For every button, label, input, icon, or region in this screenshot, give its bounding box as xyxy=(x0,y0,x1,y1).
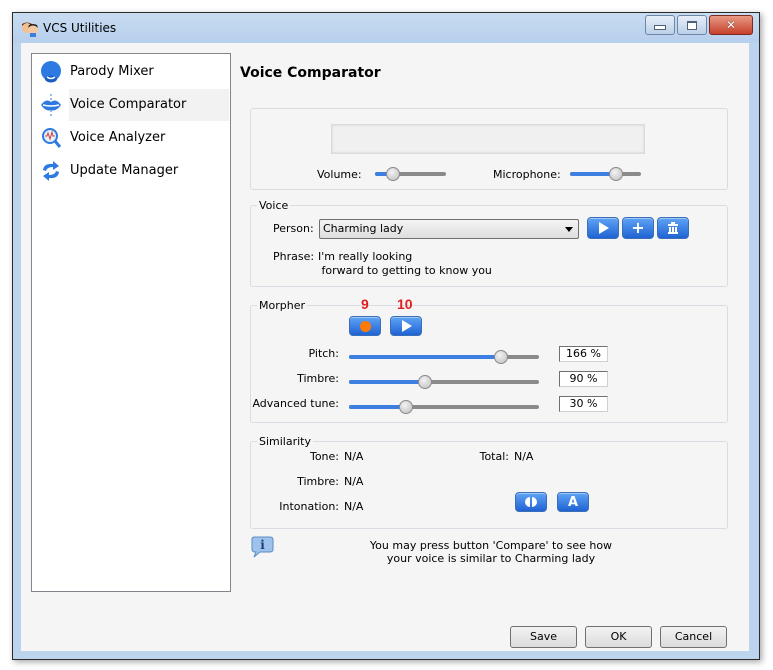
slider-thumb[interactable] xyxy=(494,350,508,364)
info-message: You may press button 'Compare' to see ho… xyxy=(341,539,641,565)
person-label: Person: xyxy=(273,222,314,235)
phrase-label: Phrase: xyxy=(273,250,315,263)
play-icon xyxy=(402,320,412,332)
play-voice-button[interactable] xyxy=(587,217,619,239)
sidebar-item-label: Update Manager xyxy=(70,163,179,178)
sidebar-item-label: Voice Comparator xyxy=(70,97,187,112)
maximize-icon xyxy=(687,20,697,30)
info-icon: i xyxy=(251,536,274,558)
timbre-slider[interactable] xyxy=(349,375,539,389)
annotation-9: 9 xyxy=(361,296,369,312)
microphone-label: Microphone: xyxy=(493,168,561,181)
levels-group: Volume: Microphone: xyxy=(250,108,728,190)
level-display xyxy=(331,124,645,154)
phrase-line-2: forward to getting to know you xyxy=(318,264,492,277)
window-title: VCS Utilities xyxy=(43,21,117,35)
save-button[interactable]: Save xyxy=(510,626,577,648)
microphone-slider[interactable] xyxy=(570,167,641,181)
chevron-down-icon xyxy=(565,227,573,232)
morpher-group-label: Morpher xyxy=(257,299,307,312)
slider-thumb[interactable] xyxy=(385,167,400,181)
compare-icon xyxy=(525,497,537,507)
trash-icon xyxy=(668,222,678,234)
total-label: Total: xyxy=(479,450,509,463)
advanced-tune-value: 30 % xyxy=(559,396,608,412)
page-title: Voice Comparator xyxy=(240,65,381,81)
phrase-text: I'm really looking forward to getting to… xyxy=(318,250,492,278)
similarity-timbre-label: Timbre: xyxy=(297,475,339,488)
timbre-label: Timbre: xyxy=(297,372,339,385)
pitch-slider[interactable] xyxy=(349,350,539,364)
timbre-value: 90 % xyxy=(559,371,608,387)
app-window: VCS Utilities ✕ Parody Mixer Voice Compa… xyxy=(12,12,760,660)
volume-label: Volume: xyxy=(317,168,362,181)
info-line-2: your voice is similar to Charming lady xyxy=(386,552,596,565)
refresh-arrows-icon xyxy=(43,161,59,181)
delete-voice-button[interactable] xyxy=(657,217,689,239)
advanced-tune-label: Advanced tune: xyxy=(252,397,339,410)
face-icon xyxy=(41,61,61,83)
annotation-10: 10 xyxy=(397,296,413,312)
close-button[interactable]: ✕ xyxy=(709,15,753,35)
sidebar-item-label: Voice Analyzer xyxy=(70,130,166,145)
ok-button[interactable]: OK xyxy=(585,626,652,648)
voice-group: Voice Person: Charming lady + Phrase: I'… xyxy=(250,199,728,287)
total-value: N/A xyxy=(514,450,534,463)
svg-text:i: i xyxy=(260,538,265,552)
minimize-icon xyxy=(654,25,666,30)
sidebar-item-voice-analyzer[interactable]: Voice Analyzer xyxy=(32,122,230,154)
morpher-group: Morpher 9 10 Pitch: 166 % Timbre: 90 % A… xyxy=(250,296,728,423)
plus-icon: + xyxy=(631,218,645,237)
intonation-value: N/A xyxy=(344,500,364,513)
person-dropdown[interactable]: Charming lady xyxy=(319,219,579,239)
similarity-timbre-value: N/A xyxy=(344,475,364,488)
pitch-value: 166 % xyxy=(559,346,608,362)
sidebar-nav: Parody Mixer Voice Comparator Voice Anal… xyxy=(31,53,231,592)
sidebar-item-update-manager[interactable]: Update Manager xyxy=(32,155,230,187)
maximize-button[interactable] xyxy=(677,15,707,35)
similarity-group: Similarity Tone: N/A Total: N/A Timbre: … xyxy=(250,435,728,529)
record-icon xyxy=(359,320,371,332)
advanced-tune-slider[interactable] xyxy=(349,400,539,414)
play-morphed-button[interactable] xyxy=(390,316,422,336)
title-bar[interactable]: VCS Utilities ✕ xyxy=(13,13,759,43)
similarity-group-label: Similarity xyxy=(257,435,314,448)
info-line-1: You may press button 'Compare' to see ho… xyxy=(369,539,613,552)
tone-label: Tone: xyxy=(309,450,339,463)
cancel-button[interactable]: Cancel xyxy=(660,626,727,648)
app-logo-icon xyxy=(22,22,38,37)
lips-icon xyxy=(41,94,61,116)
compare-button[interactable] xyxy=(515,492,547,512)
phrase-line-1: I'm really looking xyxy=(318,250,413,263)
slider-thumb[interactable] xyxy=(609,167,624,181)
sidebar-item-voice-comparator[interactable]: Voice Comparator xyxy=(32,89,230,121)
record-button[interactable] xyxy=(349,316,381,336)
play-icon xyxy=(599,222,609,234)
person-value: Charming lady xyxy=(323,222,404,235)
client-area: Parody Mixer Voice Comparator Voice Anal… xyxy=(21,43,749,651)
tone-value: N/A xyxy=(344,450,364,463)
slider-thumb[interactable] xyxy=(399,400,413,414)
slider-thumb[interactable] xyxy=(418,375,432,389)
minimize-button[interactable] xyxy=(645,15,675,35)
sidebar-item-parody-mixer[interactable]: Parody Mixer xyxy=(32,56,230,88)
close-icon: ✕ xyxy=(725,18,737,32)
volume-slider[interactable] xyxy=(375,167,446,181)
add-voice-button[interactable]: + xyxy=(622,217,654,239)
pitch-label: Pitch: xyxy=(308,347,340,360)
magnifier-wave-icon xyxy=(42,128,62,148)
intonation-label: Intonation: xyxy=(279,500,339,513)
sidebar-item-label: Parody Mixer xyxy=(70,64,154,79)
a-button[interactable]: A xyxy=(557,492,589,512)
voice-group-label: Voice xyxy=(257,199,291,212)
